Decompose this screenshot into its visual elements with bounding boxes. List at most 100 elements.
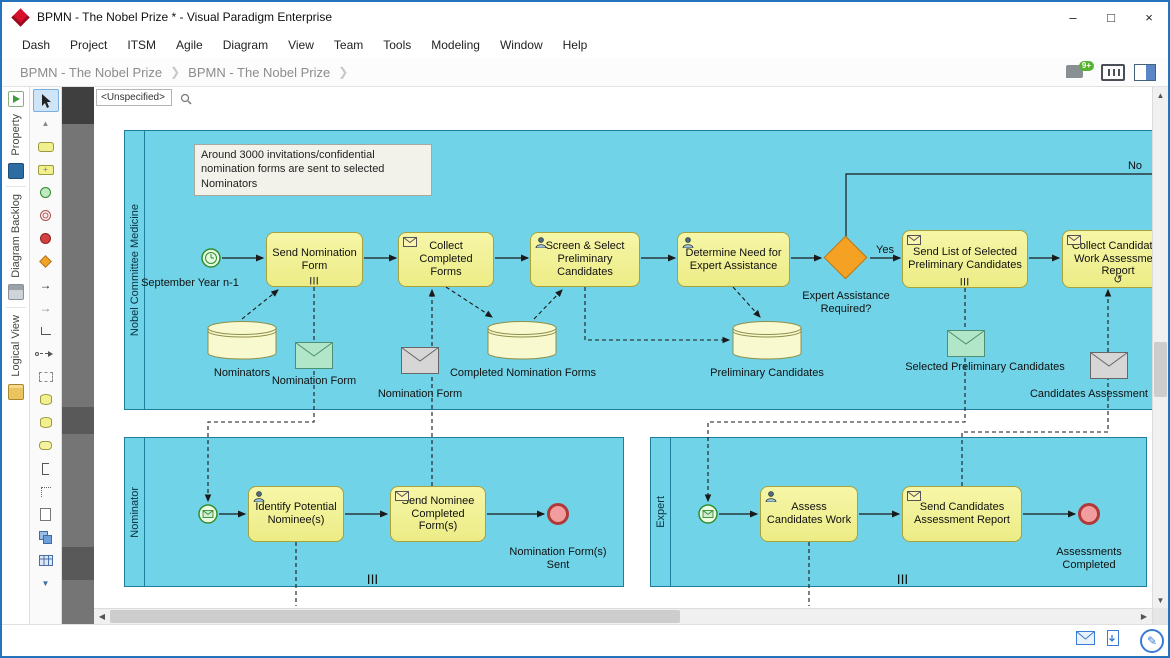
export-icon[interactable] <box>1107 630 1122 651</box>
tab-diagram-backlog[interactable]: Diagram Backlog <box>10 194 22 278</box>
data-store-preliminary-candidates[interactable] <box>732 320 802 365</box>
horizontal-scrollbar-thumb[interactable] <box>110 610 680 623</box>
user-icon <box>682 237 694 252</box>
data-object-tool[interactable] <box>33 434 59 457</box>
menu-team[interactable]: Team <box>324 34 373 56</box>
default-flow-tool[interactable]: → <box>33 296 59 319</box>
breadcrumb-item-2[interactable]: BPMN - The Nobel Prize <box>182 65 336 80</box>
menu-view[interactable]: View <box>278 34 324 56</box>
start-timer-event[interactable] <box>201 248 221 273</box>
tab-property[interactable]: Property <box>10 114 22 156</box>
vertical-scrollbar-thumb[interactable] <box>1154 342 1167 397</box>
close-button[interactable]: × <box>1130 2 1168 32</box>
envelope-icon <box>401 347 439 374</box>
logical-view-folder-icon[interactable] <box>8 384 24 400</box>
start-message-event-expert[interactable] <box>698 504 718 529</box>
task-send-nominee-completed-forms[interactable]: Send Nominee Completed Form(s) <box>390 486 486 542</box>
app-window: BPMN - The Nobel Prize * - Visual Paradi… <box>0 0 1170 658</box>
gateway-tool[interactable] <box>33 250 59 273</box>
vertical-scrollbar[interactable]: ▲ ▼ <box>1152 87 1168 624</box>
task-screen-select-preliminary-candidates[interactable]: Screen & Select Preliminary Candidates <box>530 232 640 287</box>
menu-itsm[interactable]: ITSM <box>117 34 166 56</box>
message-selected-preliminary-candidates[interactable] <box>947 330 985 362</box>
end-event-nomination-forms-sent[interactable] <box>547 503 569 525</box>
mail-icon[interactable] <box>1076 631 1095 650</box>
menu-tools[interactable]: Tools <box>373 34 421 56</box>
dotted-corner-icon <box>41 487 51 497</box>
task-identify-potential-nominees[interactable]: Identify Potential Nominee(s) <box>248 486 344 542</box>
menu-diagram[interactable]: Diagram <box>213 34 278 56</box>
copy-tool[interactable] <box>33 526 59 549</box>
message-label: Nomination Form <box>244 375 384 388</box>
start-event-tool[interactable] <box>33 181 59 204</box>
end-event-assessments-completed[interactable] <box>1078 503 1100 525</box>
intermediate-event-tool[interactable] <box>33 204 59 227</box>
collapsed-panel-strip[interactable] <box>62 87 94 624</box>
menu-dash[interactable]: Dash <box>12 34 60 56</box>
snapshot-button[interactable] <box>1101 64 1125 81</box>
data-store-nominators[interactable] <box>207 320 277 365</box>
start-event-icon <box>40 187 51 198</box>
menu-project[interactable]: Project <box>60 34 117 56</box>
association-tool[interactable] <box>33 319 59 342</box>
message-icon <box>395 491 409 505</box>
annotation-note[interactable]: Around 3000 invitations/confidential nom… <box>194 144 432 196</box>
breadcrumb-item-1[interactable]: BPMN - The Nobel Prize <box>14 65 168 80</box>
task-collect-completed-forms[interactable]: Collect Completed Forms <box>398 232 494 287</box>
scroll-up-arrow[interactable]: ▲ <box>1153 87 1168 103</box>
group-icon <box>39 372 53 382</box>
menu-window[interactable]: Window <box>490 34 553 56</box>
task-send-nomination-form[interactable]: Send Nomination Form ||| <box>266 232 363 287</box>
data-object-icon <box>39 441 52 450</box>
menu-agile[interactable]: Agile <box>166 34 213 56</box>
task-collect-candidates-work-assessment-report[interactable]: Collect Candidates Work Assessment Repor… <box>1062 230 1152 288</box>
task-determine-need-for-expert-assistance[interactable]: Determine Need for Expert Assistance <box>677 232 790 287</box>
gateway-yes-label: Yes <box>870 244 900 257</box>
scroll-left-arrow[interactable]: ◀ <box>94 609 110 624</box>
task-tool[interactable] <box>33 135 59 158</box>
diagram-canvas[interactable]: <Unspecified> Nobel Committee Medicine N… <box>94 87 1152 608</box>
save-view-icon[interactable] <box>8 163 24 179</box>
sequence-flow-tool[interactable]: → <box>33 273 59 296</box>
table-tool[interactable] <box>33 549 59 572</box>
subprocess-icon: + <box>38 165 54 175</box>
scroll-right-arrow[interactable]: ▶ <box>1136 609 1152 624</box>
sub-process-tool[interactable]: + <box>33 158 59 181</box>
scroll-down-arrow[interactable]: ▼ <box>1153 592 1168 608</box>
cylinder-icon <box>487 320 557 360</box>
bracket-icon <box>42 463 49 475</box>
task-assess-candidates-work[interactable]: Assess Candidates Work <box>760 486 858 542</box>
backlog-grid-icon[interactable] <box>8 284 24 300</box>
corner-tool[interactable] <box>33 480 59 503</box>
property-pane-icon[interactable] <box>8 91 24 107</box>
menu-modeling[interactable]: Modeling <box>421 34 490 56</box>
palette-scroll-down[interactable]: ▼ <box>33 572 59 595</box>
end-event-tool[interactable] <box>33 227 59 250</box>
message-icon <box>907 235 921 249</box>
menu-help[interactable]: Help <box>553 34 598 56</box>
minimize-button[interactable]: – <box>1054 2 1092 32</box>
message-label: Candidates Assessment <box>1014 388 1152 401</box>
data-store-completed-nomination-forms[interactable] <box>487 320 557 365</box>
feedback-pen-icon[interactable]: ✎ <box>1140 629 1164 653</box>
annotation-tool[interactable] <box>33 503 59 526</box>
palette-scroll-up[interactable]: ▲ <box>33 112 59 135</box>
bracket-tool[interactable] <box>33 457 59 480</box>
message-nomination-form-green[interactable] <box>295 342 333 374</box>
group-tool[interactable] <box>33 365 59 388</box>
task-send-candidates-assessment-report[interactable]: Send Candidates Assessment Report <box>902 486 1022 542</box>
message-nomination-form-gray[interactable] <box>401 347 439 379</box>
notifications-button[interactable]: 9+ <box>1066 62 1092 82</box>
message-candidates-assessment[interactable] <box>1090 352 1128 384</box>
data-store-tool[interactable] <box>33 388 59 411</box>
layout-panel-button[interactable] <box>1134 64 1156 81</box>
pointer-tool[interactable] <box>33 89 59 112</box>
start-message-event-nominator[interactable] <box>198 504 218 529</box>
envelope-icon <box>198 504 218 524</box>
data-store-tool-2[interactable] <box>33 411 59 434</box>
maximize-button[interactable]: □ <box>1092 2 1130 32</box>
tab-logical-view[interactable]: Logical View <box>10 315 22 377</box>
horizontal-scrollbar[interactable]: ◀ ▶ <box>94 608 1152 624</box>
task-send-list-of-selected-preliminary-candidates[interactable]: Send List of Selected Preliminary Candid… <box>902 230 1028 288</box>
message-flow-tool[interactable] <box>33 342 59 365</box>
